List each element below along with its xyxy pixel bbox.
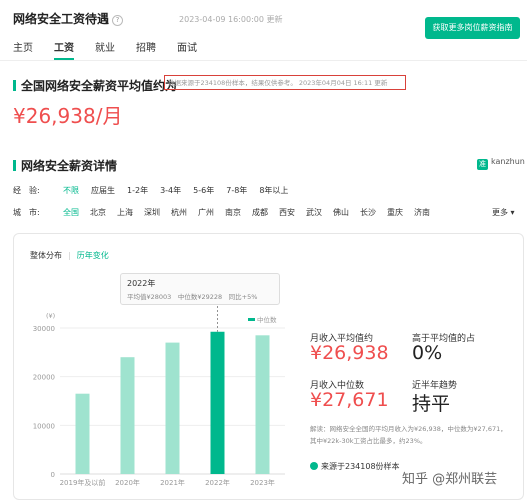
sample-source: 来源于234108份样本 <box>310 461 400 472</box>
above-avg-value: 0% <box>412 342 443 364</box>
avg-value: ¥26,938 <box>310 342 389 364</box>
tooltip-detail: 平均值¥28003 中位数¥29228 同比+5% <box>127 293 258 301</box>
legend-swatch <box>248 318 255 321</box>
zhihu-watermark: 知乎 @郑州联芸 <box>402 472 498 487</box>
bar-4 <box>255 335 270 474</box>
bar-0 <box>75 393 90 474</box>
x-tick-label: 2020年 <box>115 478 140 487</box>
chart-legend: 中位数 <box>248 315 277 324</box>
x-tick-label: 2021年 <box>160 478 185 487</box>
bar-2 <box>165 342 180 474</box>
y-tick-label: 10000 <box>33 422 55 430</box>
x-tick-label: 2022年 <box>205 478 230 487</box>
salary-explanation: 解读：网络安全全国的平均月收入为¥26,938，中位数为¥27,671，其中¥2… <box>310 425 507 445</box>
x-tick-label: 2019年及以前 <box>60 478 106 487</box>
chart-tooltip: 2022年 平均值¥28003 中位数¥29228 同比+5% <box>120 273 280 305</box>
y-tick-label: 30000 <box>33 325 55 333</box>
median-value: ¥27,671 <box>310 389 389 411</box>
source-dot-icon <box>310 462 318 470</box>
y-axis-unit: (¥) <box>46 312 55 320</box>
chart-axes: 0 10000 20000 30000 (¥) 2019年及以前 2020年 2021年 202… <box>33 312 285 487</box>
tooltip-title: 2022年 <box>127 279 156 288</box>
bar-3 <box>210 331 225 474</box>
legend-label: 中位数 <box>257 315 277 324</box>
bar-1 <box>120 357 135 474</box>
trend-value: 持平 <box>412 393 451 415</box>
x-tick-label: 2023年 <box>250 478 275 487</box>
y-tick-label: 0 <box>51 471 55 479</box>
y-tick-label: 20000 <box>33 374 55 382</box>
